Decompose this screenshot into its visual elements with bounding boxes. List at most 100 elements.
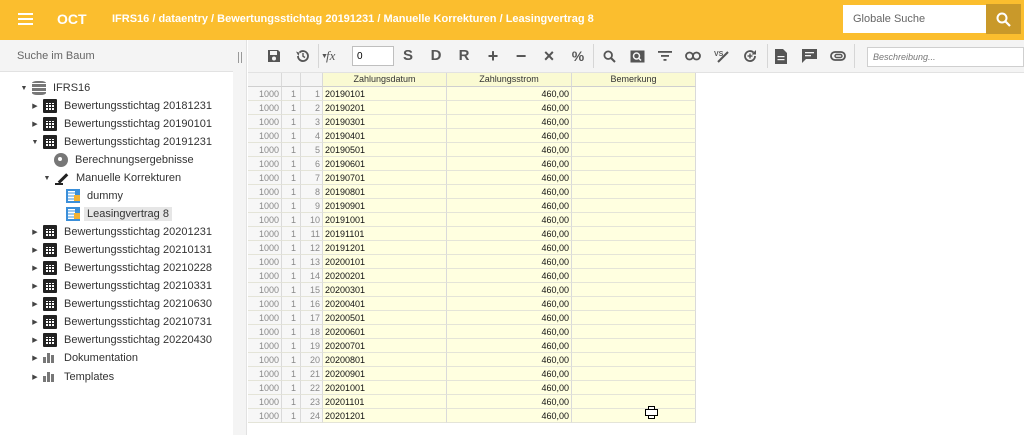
tree-item-stichtag-20220430[interactable]: ▶ Bewertungsstichtag 20220430 xyxy=(30,331,212,349)
link-button[interactable] xyxy=(685,46,701,66)
chevron-right-icon[interactable]: ▶ xyxy=(30,300,40,308)
tree-search-input[interactable] xyxy=(0,40,233,71)
column-header-zahlungsdatum[interactable]: Zahlungsdatum xyxy=(323,73,447,87)
tree-item-stichtag-20190101[interactable]: ▶ Bewertungsstichtag 20190101 xyxy=(30,115,212,133)
tree-item-stichtag-20210131[interactable]: ▶ Bewertungsstichtag 20210131 xyxy=(30,241,212,259)
zahlungsdatum-cell[interactable]: 20190101 xyxy=(323,87,447,101)
zahlungsdatum-cell[interactable]: 20190601 xyxy=(323,157,447,171)
zahlungsdatum-cell[interactable]: 20201001 xyxy=(323,381,447,395)
tree-item-templates[interactable]: ▶ Templates xyxy=(30,368,114,386)
tree-item-stichtag-20210331[interactable]: ▶ Bewertungsstichtag 20210331 xyxy=(30,277,212,295)
bemerkung-cell[interactable] xyxy=(572,227,696,241)
bemerkung-cell[interactable] xyxy=(572,367,696,381)
zahlungsdatum-cell[interactable]: 20200501 xyxy=(323,311,447,325)
tree-item-stichtag-20191231[interactable]: ▼ Bewertungsstichtag 20191231 xyxy=(30,133,212,151)
zahlungsstrom-cell[interactable]: 460,00 xyxy=(447,269,572,283)
bemerkung-cell[interactable] xyxy=(572,339,696,353)
bemerkung-cell[interactable] xyxy=(572,269,696,283)
tree-item-stichtag-20210731[interactable]: ▶ Bewertungsstichtag 20210731 xyxy=(30,313,212,331)
chevron-right-icon[interactable]: ▶ xyxy=(30,282,40,290)
tree-item-dokumentation[interactable]: ▶ Dokumentation xyxy=(30,349,138,367)
chevron-down-icon[interactable]: ▼ xyxy=(42,175,52,182)
bemerkung-cell[interactable] xyxy=(572,129,696,143)
history-button[interactable] xyxy=(294,46,310,66)
zahlungsstrom-cell[interactable]: 460,00 xyxy=(447,129,572,143)
zahlungsdatum-cell[interactable]: 20201101 xyxy=(323,395,447,409)
bemerkung-cell[interactable] xyxy=(572,325,696,339)
zahlungsdatum-cell[interactable]: 20191201 xyxy=(323,241,447,255)
tree-item-dummy[interactable]: dummy xyxy=(66,187,123,205)
zahlungsdatum-cell[interactable]: 20200601 xyxy=(323,325,447,339)
zahlungsstrom-cell[interactable]: 460,00 xyxy=(447,353,572,367)
zahlungsdatum-cell[interactable]: 20191101 xyxy=(323,227,447,241)
zahlungsstrom-cell[interactable]: 460,00 xyxy=(447,213,572,227)
zahlungsdatum-cell[interactable]: 20190701 xyxy=(323,171,447,185)
zahlungsstrom-cell[interactable]: 460,00 xyxy=(447,283,572,297)
zahlungsdatum-cell[interactable]: 20190501 xyxy=(323,143,447,157)
bemerkung-cell[interactable] xyxy=(572,157,696,171)
chevron-right-icon[interactable]: ▶ xyxy=(30,373,40,381)
bemerkung-cell[interactable] xyxy=(572,255,696,269)
chevron-right-icon[interactable]: ▶ xyxy=(30,102,40,110)
chevron-right-icon[interactable]: ▶ xyxy=(30,336,40,344)
zahlungsdatum-cell[interactable]: 20200201 xyxy=(323,269,447,283)
bemerkung-cell[interactable] xyxy=(572,213,696,227)
chevron-right-icon[interactable]: ▶ xyxy=(30,264,40,272)
d-button[interactable]: D xyxy=(428,46,444,66)
zahlungsstrom-cell[interactable]: 460,00 xyxy=(447,101,572,115)
zahlungsdatum-cell[interactable]: 20190901 xyxy=(323,199,447,213)
save-button[interactable] xyxy=(266,46,282,66)
description-input[interactable] xyxy=(867,47,1024,67)
tree-item-stichtag-20181231[interactable]: ▶ Bewertungsstichtag 20181231 xyxy=(30,97,212,115)
bemerkung-cell[interactable] xyxy=(572,185,696,199)
compare-button[interactable]: VS xyxy=(712,46,730,66)
bemerkung-cell[interactable] xyxy=(572,409,696,423)
column-header-bemerkung[interactable]: Bemerkung xyxy=(572,73,696,87)
tree-item-stichtag-20210228[interactable]: ▶ Bewertungsstichtag 20210228 xyxy=(30,259,212,277)
attachment-button[interactable] xyxy=(829,46,846,66)
tree-item-berechnungsergebnisse[interactable]: Berechnungsergebnisse xyxy=(54,151,194,169)
bemerkung-cell[interactable] xyxy=(572,283,696,297)
zahlungsdatum-cell[interactable]: 20190201 xyxy=(323,101,447,115)
app-name[interactable]: OCT xyxy=(57,11,87,27)
bemerkung-cell[interactable] xyxy=(572,143,696,157)
number-input[interactable] xyxy=(352,46,394,66)
zahlungsstrom-cell[interactable]: 460,00 xyxy=(447,115,572,129)
zahlungsstrom-cell[interactable]: 460,00 xyxy=(447,255,572,269)
zahlungsdatum-cell[interactable]: 20201201 xyxy=(323,409,447,423)
zahlungsstrom-cell[interactable]: 460,00 xyxy=(447,297,572,311)
tree-item-ifrs16[interactable]: ▼ IFRS16 xyxy=(19,79,90,97)
zahlungsstrom-cell[interactable]: 460,00 xyxy=(447,143,572,157)
bemerkung-cell[interactable] xyxy=(572,115,696,129)
zahlungsdatum-cell[interactable]: 20200701 xyxy=(323,339,447,353)
search-button[interactable] xyxy=(986,4,1021,34)
zahlungsdatum-cell[interactable]: 20200901 xyxy=(323,367,447,381)
zahlungsdatum-cell[interactable]: 20190401 xyxy=(323,129,447,143)
tree-item-leasingvertrag-8[interactable]: Leasingvertrag 8 xyxy=(66,205,172,223)
zahlungsdatum-cell[interactable]: 20190301 xyxy=(323,115,447,129)
bemerkung-cell[interactable] xyxy=(572,297,696,311)
tree-item-manuelle-korrekturen[interactable]: ▼ Manuelle Korrekturen xyxy=(42,169,181,187)
chevron-right-icon[interactable]: ▶ xyxy=(30,246,40,254)
bemerkung-cell[interactable] xyxy=(572,171,696,185)
zahlungsdatum-cell[interactable]: 20200301 xyxy=(323,283,447,297)
multiply-button[interactable]: × xyxy=(541,46,557,66)
zahlungsstrom-cell[interactable]: 460,00 xyxy=(447,227,572,241)
bemerkung-cell[interactable] xyxy=(572,101,696,115)
chevron-right-icon[interactable]: ▶ xyxy=(30,228,40,236)
zahlungsstrom-cell[interactable]: 460,00 xyxy=(447,241,572,255)
tree-item-stichtag-20201231[interactable]: ▶ Bewertungsstichtag 20201231 xyxy=(30,223,212,241)
percent-button[interactable]: % xyxy=(570,46,586,66)
zahlungsdatum-cell[interactable]: 20200401 xyxy=(323,297,447,311)
chevron-down-icon[interactable]: ▼ xyxy=(30,139,40,146)
zahlungsstrom-cell[interactable]: 460,00 xyxy=(447,339,572,353)
zahlungsstrom-cell[interactable]: 460,00 xyxy=(447,325,572,339)
zahlungsdatum-cell[interactable]: 20200101 xyxy=(323,255,447,269)
panel-splitter[interactable] xyxy=(233,40,247,435)
zahlungsstrom-cell[interactable]: 460,00 xyxy=(447,381,572,395)
zahlungsstrom-cell[interactable]: 460,00 xyxy=(447,185,572,199)
r-button[interactable]: R xyxy=(456,46,472,66)
search-grid-button[interactable] xyxy=(601,46,617,66)
bemerkung-cell[interactable] xyxy=(572,395,696,409)
subtract-button[interactable]: − xyxy=(513,46,529,66)
